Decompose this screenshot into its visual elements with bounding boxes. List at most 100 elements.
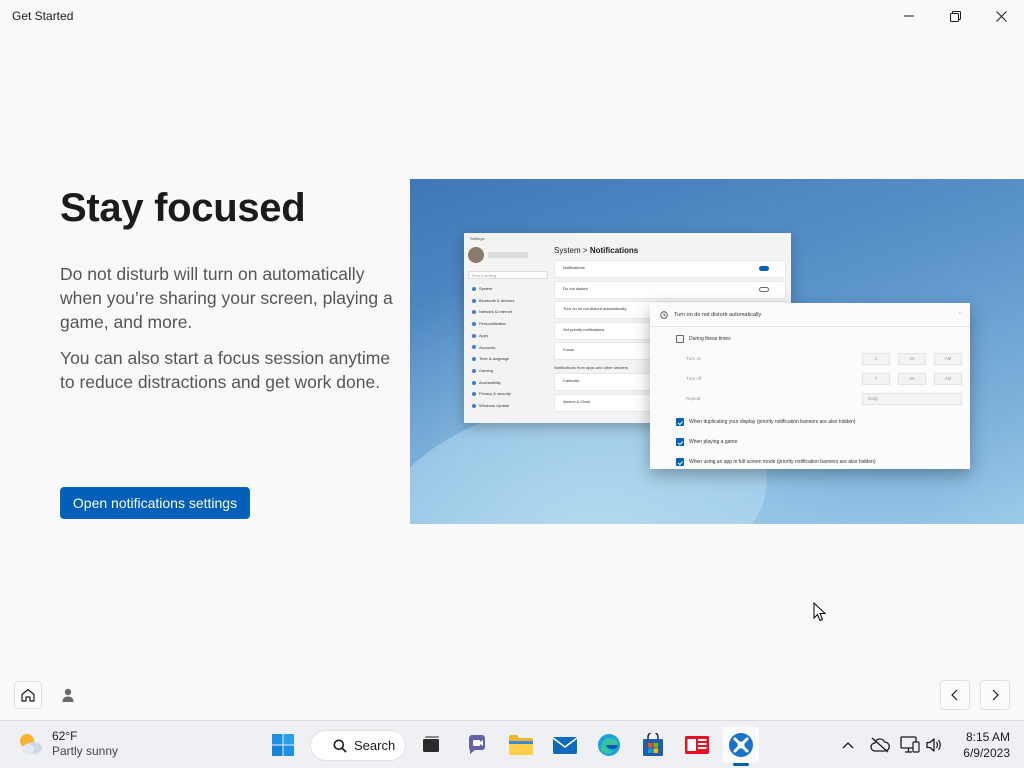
next-button[interactable] — [980, 680, 1010, 710]
account-button[interactable] — [54, 681, 82, 709]
chevron-up-icon — [842, 742, 854, 749]
settings-row: Do not disturb — [554, 280, 786, 299]
weather-description: Partly sunny — [52, 744, 119, 758]
toggle-on-icon — [759, 266, 769, 271]
settings-preview-search: Find a setting — [468, 271, 548, 279]
dnd-popup-preview: Turn on do not disturb automatically ⌃ D… — [650, 303, 970, 469]
cloud-offline-icon — [870, 737, 890, 753]
nav-item: Windows Update — [472, 400, 548, 412]
hero-illustration: Settings Find a setting System Bluetooth… — [410, 179, 1024, 524]
nav-item: Privacy & security — [472, 388, 548, 400]
windows-logo-icon — [272, 734, 294, 756]
description-paragraph-1: Do not disturb will turn on automaticall… — [60, 264, 393, 332]
volume-tray-button[interactable] — [922, 733, 946, 757]
chevron-up-icon: ⌃ — [957, 312, 962, 318]
minimize-icon — [904, 15, 914, 17]
during-times-check: During these times — [676, 335, 731, 343]
close-button[interactable] — [978, 0, 1024, 32]
mouse-cursor-icon — [813, 601, 827, 627]
restore-button[interactable] — [932, 0, 978, 32]
turn-off-hour: 7 — [862, 373, 890, 385]
nav-item: Apps — [472, 330, 548, 342]
onedrive-tray-button[interactable] — [868, 733, 892, 757]
nav-item: Time & language — [472, 353, 548, 365]
chat-icon — [469, 735, 485, 754]
clock-icon — [660, 310, 668, 319]
show-hidden-icons-button[interactable] — [836, 733, 860, 757]
fullscreen-check: When using an app in full screen mode (p… — [676, 458, 876, 466]
avatar — [468, 247, 484, 263]
taskbar: 62°F Partly sunny Search 8:15 AM 6/9/202… — [0, 720, 1024, 768]
settings-preview-title: Settings — [470, 236, 485, 241]
turn-on-ampm: AM — [934, 353, 962, 365]
nav-item: Gaming — [472, 365, 548, 377]
description-paragraph-2: You can also start a focus session anyti… — [60, 348, 391, 392]
toggle-off-icon — [759, 286, 769, 292]
turn-on-minute: 00 — [898, 353, 926, 365]
taskbar-clock[interactable]: 8:15 AM 6/9/2023 — [952, 729, 1010, 761]
nav-item: Network & internet — [472, 306, 548, 318]
start-button[interactable] — [265, 727, 301, 763]
weather-temperature: 62°F — [52, 729, 78, 743]
search-label: Search — [354, 738, 396, 753]
news-button[interactable] — [679, 727, 715, 763]
task-view-button[interactable] — [413, 727, 449, 763]
restore-icon — [949, 10, 961, 22]
nav-item: Accounts — [472, 342, 548, 354]
previous-button[interactable] — [940, 680, 970, 710]
search-icon — [333, 739, 347, 753]
home-button[interactable] — [14, 681, 42, 709]
settings-preview-breadcrumb: System > Notifications — [554, 246, 639, 255]
partly-sunny-icon — [20, 734, 42, 754]
mail-button[interactable] — [547, 727, 583, 763]
teams-chat-button[interactable] — [459, 727, 495, 763]
file-explorer-button[interactable] — [503, 727, 539, 763]
checkbox-checked-icon — [676, 418, 684, 426]
folder-icon — [509, 735, 533, 755]
network-icon — [900, 736, 920, 753]
dnd-popup-header: Turn on do not disturb automatically ⌃ — [650, 303, 970, 327]
store-icon — [643, 733, 663, 756]
news-icon — [685, 736, 709, 754]
nav-item: Accessibility — [472, 377, 548, 389]
page-heading: Stay focused — [60, 186, 306, 230]
title-bar: Get Started — [0, 0, 1024, 32]
settings-preview-sidebar: Find a setting System Bluetooth & device… — [468, 245, 548, 412]
edge-icon — [598, 734, 620, 756]
home-icon — [21, 688, 35, 702]
window-title: Get Started — [12, 9, 74, 23]
get-started-icon — [729, 733, 753, 757]
display-check: When duplicating your display (priority … — [676, 418, 855, 426]
repeat-select: Daily — [862, 393, 962, 405]
mail-icon — [552, 737, 578, 754]
nav-item: Personalization — [472, 318, 548, 330]
turn-off-minute: 00 — [898, 373, 926, 385]
edge-browser-button[interactable] — [591, 727, 627, 763]
microsoft-store-button[interactable] — [635, 727, 671, 763]
repeat-label: Repeat — [686, 396, 701, 401]
network-tray-button[interactable] — [898, 733, 922, 757]
task-view-icon — [423, 736, 439, 752]
nav-item: System — [472, 283, 548, 295]
checkbox-checked-icon — [676, 458, 684, 466]
weather-widget[interactable]: 62°F Partly sunny — [16, 729, 118, 759]
game-check: When playing a game — [676, 438, 737, 446]
minimize-button[interactable] — [886, 0, 932, 32]
turn-on-label: Turn on — [686, 356, 702, 361]
taskbar-search[interactable]: Search — [310, 730, 406, 761]
nav-item: Bluetooth & devices — [472, 295, 548, 307]
person-icon — [62, 688, 74, 702]
turn-off-label: Turn off — [686, 376, 702, 381]
checkbox-empty-icon — [676, 335, 684, 343]
settings-preview-profile — [468, 245, 548, 265]
turn-off-ampm: AM — [934, 373, 962, 385]
speaker-icon — [926, 738, 941, 752]
settings-preview-nav: System Bluetooth & devices Network & int… — [468, 283, 548, 412]
clock-date: 6/9/2023 — [963, 746, 1010, 760]
close-icon — [995, 10, 1007, 22]
checkbox-checked-icon — [676, 438, 684, 446]
open-notifications-settings-button[interactable]: Open notifications settings — [60, 487, 250, 519]
clock-time: 8:15 AM — [965, 730, 1010, 744]
chevron-left-icon — [951, 689, 958, 701]
get-started-button[interactable] — [723, 727, 759, 763]
